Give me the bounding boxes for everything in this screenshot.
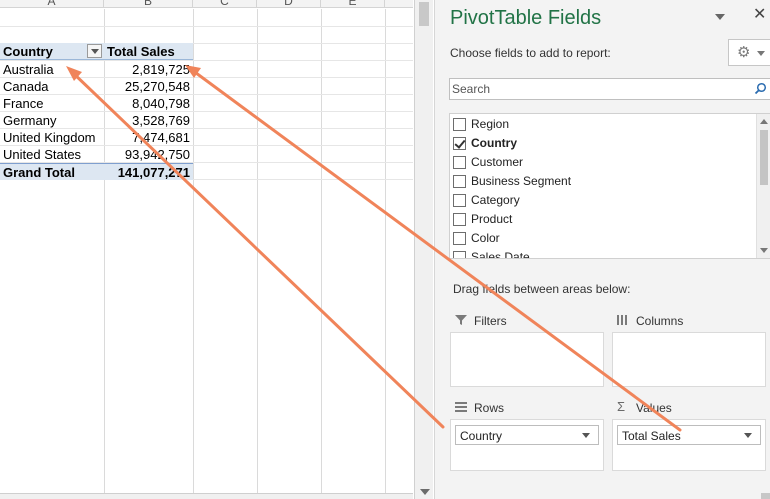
pivot-row-label[interactable]: Canada <box>0 78 104 95</box>
field-checkbox[interactable] <box>453 118 466 131</box>
gear-icon: ⚙ <box>737 44 751 61</box>
field-list-layout-button[interactable]: ⚙ <box>728 39 770 66</box>
field-label: Color <box>471 231 500 245</box>
field-label: Region <box>471 117 510 131</box>
field-list-scrollbar[interactable] <box>756 114 770 258</box>
sheet-scroll-thumb[interactable] <box>419 2 429 26</box>
search-input[interactable] <box>450 79 748 99</box>
pivot-header-country-label: Country <box>3 44 53 59</box>
field-item-sales-date[interactable]: Sales Date <box>450 248 755 259</box>
pivot-row-label[interactable]: United States <box>0 146 104 163</box>
pane-resize-grip[interactable] <box>761 493 770 499</box>
field-checkbox[interactable] <box>453 232 466 245</box>
column-header-c[interactable]: C <box>193 0 257 7</box>
pivot-header-country[interactable]: Country <box>0 43 104 60</box>
column-header-e[interactable]: E <box>321 0 385 7</box>
rows-field-label: Country <box>460 429 503 443</box>
field-checkbox[interactable] <box>453 175 466 188</box>
scroll-down-arrow-icon[interactable] <box>420 489 430 495</box>
chevron-down-icon[interactable] <box>744 433 752 438</box>
filter-icon <box>455 315 467 325</box>
scroll-up-arrow-icon[interactable] <box>760 119 768 124</box>
field-item-customer[interactable]: Customer <box>450 153 755 172</box>
rows-label: Rows <box>474 401 505 415</box>
field-checkbox-checked[interactable] <box>453 137 466 150</box>
close-icon[interactable]: ✕ <box>753 6 766 24</box>
filters-label: Filters <box>474 314 507 328</box>
values-field-total-sales[interactable]: Total Sales <box>617 425 761 445</box>
pane-title: PivotTable Fields <box>450 7 602 29</box>
field-label: Business Segment <box>471 174 572 188</box>
columns-icon <box>617 315 627 325</box>
rows-field-country[interactable]: Country <box>455 425 599 445</box>
values-drop-zone[interactable]: Total Sales <box>612 419 766 471</box>
field-item-business-segment[interactable]: Business Segment <box>450 172 755 191</box>
field-checkbox[interactable] <box>453 156 466 169</box>
field-checkbox[interactable] <box>453 194 466 207</box>
scroll-down-arrow-icon[interactable] <box>760 248 768 253</box>
field-item-category[interactable]: Category <box>450 191 755 210</box>
rows-icon <box>455 402 467 412</box>
chevron-down-icon[interactable] <box>582 433 590 438</box>
pivot-row-value[interactable]: 2,819,725 <box>104 61 193 78</box>
field-label: Sales Date <box>471 250 530 259</box>
pivot-row-label[interactable]: United Kingdom <box>0 129 104 146</box>
pivot-row-value[interactable]: 25,270,548 <box>104 78 193 95</box>
rows-drop-zone[interactable]: Country <box>450 419 604 471</box>
pivottable-fields-pane: PivotTable Fields ✕ Choose fields to add… <box>434 0 770 499</box>
column-header-b[interactable]: B <box>104 0 193 7</box>
pivot-row-label[interactable]: Australia <box>0 61 104 78</box>
pivot-row-value[interactable]: 8,040,798 <box>104 95 193 112</box>
column-header-a[interactable]: A <box>0 0 104 7</box>
columns-label: Columns <box>636 314 684 328</box>
pivot-grand-total-value[interactable]: 141,077,271 <box>104 163 193 180</box>
sheet-vertical-scrollbar[interactable] <box>414 0 433 499</box>
field-label: Category <box>471 193 520 207</box>
pivot-row-value[interactable]: 3,528,769 <box>104 112 193 129</box>
field-item-region[interactable]: Region <box>450 115 755 134</box>
field-item-product[interactable]: Product <box>450 210 755 229</box>
row-labels-filter-button[interactable] <box>87 44 102 58</box>
field-list-scroll-thumb[interactable] <box>760 130 768 185</box>
choose-fields-label: Choose fields to add to report: <box>450 46 611 60</box>
columns-drop-zone[interactable] <box>612 332 766 387</box>
pivot-row-value[interactable]: 93,942,750 <box>104 146 193 163</box>
pivot-row-value[interactable]: 7,474,681 <box>104 129 193 146</box>
field-checkbox[interactable] <box>453 213 466 226</box>
values-label: Values <box>636 401 672 415</box>
field-label: Customer <box>471 155 524 169</box>
filters-drop-zone[interactable] <box>450 332 604 387</box>
drag-fields-label: Drag fields between areas below: <box>453 282 631 296</box>
field-checkbox[interactable] <box>453 251 466 258</box>
field-item-color[interactable]: Color <box>450 229 755 248</box>
spreadsheet: A B C D E Country Total Sales Australia … <box>0 0 413 499</box>
pivot-row-label[interactable]: Germany <box>0 112 104 129</box>
chevron-down-icon <box>757 51 765 56</box>
field-label: Product <box>471 212 513 226</box>
values-field-label: Total Sales <box>622 429 681 443</box>
sheet-horizontal-scrollbar[interactable] <box>0 493 413 499</box>
sigma-icon: Σ <box>617 399 626 414</box>
field-label: Country <box>471 136 517 150</box>
field-search-box[interactable] <box>449 78 770 100</box>
column-header-row: A B C D E <box>0 0 413 8</box>
column-header-d[interactable]: D <box>257 0 321 7</box>
search-icon[interactable] <box>754 82 767 95</box>
pivot-grand-total-label[interactable]: Grand Total <box>0 163 104 180</box>
pivot-row-label[interactable]: France <box>0 95 104 112</box>
field-item-country[interactable]: Country <box>450 134 755 153</box>
pane-options-chevron-icon[interactable] <box>713 10 727 24</box>
field-list: Region Country Customer Business Segment… <box>449 113 770 259</box>
pivot-header-total-sales[interactable]: Total Sales <box>104 43 193 60</box>
